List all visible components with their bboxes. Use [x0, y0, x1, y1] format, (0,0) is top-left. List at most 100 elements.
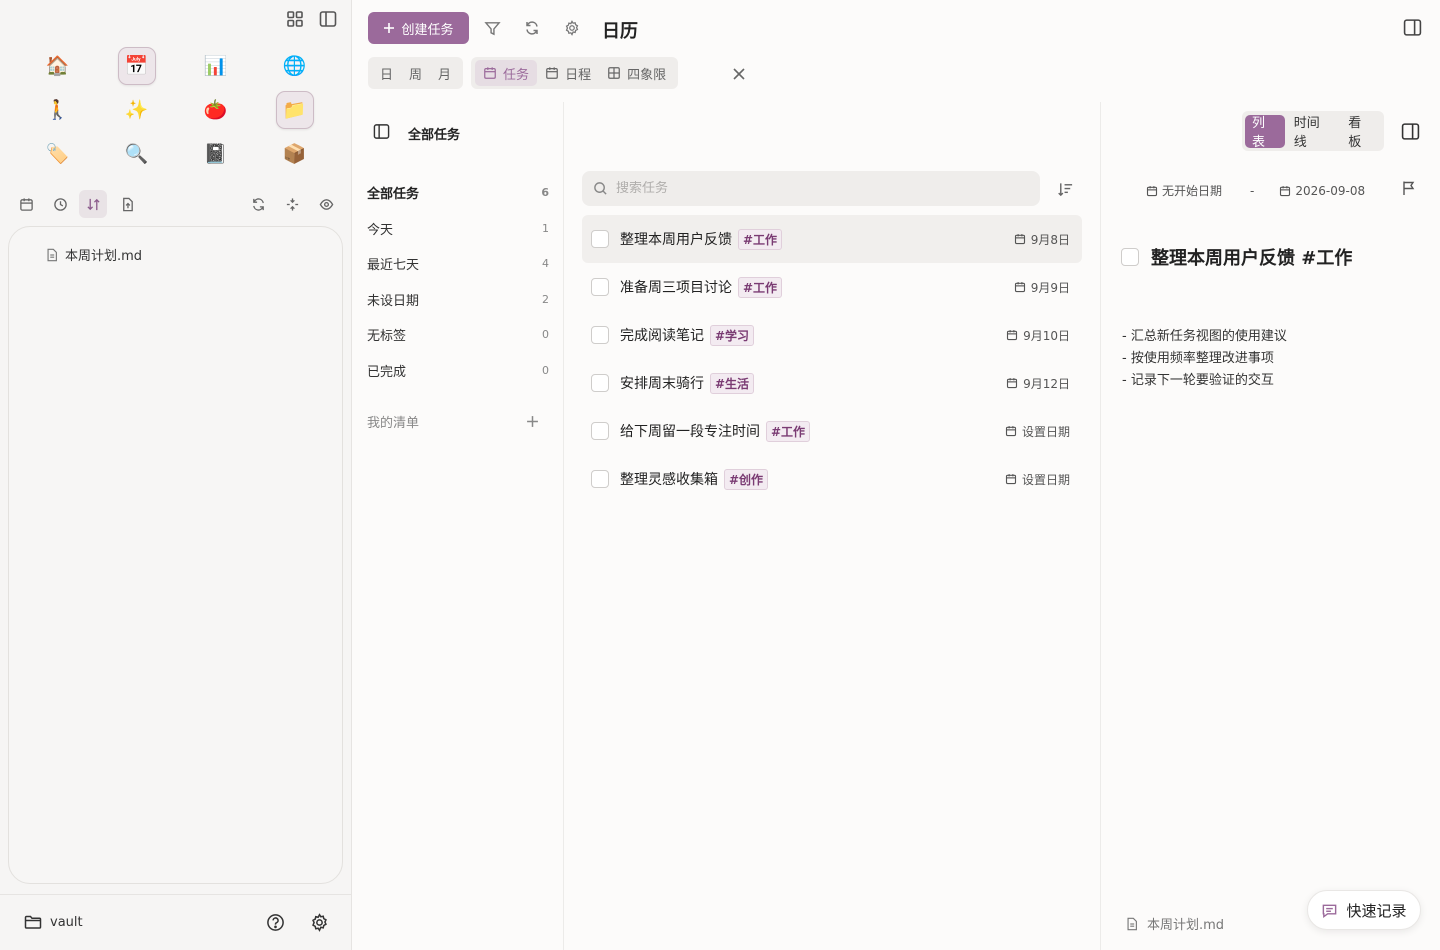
- message-icon: [1321, 902, 1338, 919]
- mode-tab-2[interactable]: 看板: [1341, 115, 1381, 150]
- calendar-app-button[interactable]: 📅: [117, 47, 156, 85]
- tomato-app-button[interactable]: 🍅: [197, 91, 235, 129]
- mode-tab-0[interactable]: 列表: [1245, 114, 1285, 150]
- filter-icon[interactable]: [481, 17, 503, 39]
- detail-title[interactable]: 整理本周用户反馈 #工作: [1151, 244, 1352, 270]
- quick-capture-button[interactable]: 快速记录: [1307, 890, 1421, 930]
- task-checkbox[interactable]: [591, 470, 609, 488]
- chart-app-button[interactable]: 📊: [197, 47, 235, 85]
- panel-toggle-icon[interactable]: [373, 123, 390, 140]
- vault-switcher[interactable]: vault: [24, 914, 83, 930]
- task-due-date[interactable]: 设置日期: [1005, 471, 1070, 488]
- app-launcher-grid: 🏠 📅 📊 🌐 🚶 ✨ 🍅 📁 🏷️ 🔍 📓 📦: [18, 44, 334, 176]
- collapse-icon[interactable]: [278, 190, 306, 218]
- home-app-button[interactable]: 🏠: [39, 47, 77, 85]
- task-tag[interactable]: #学习: [710, 324, 755, 346]
- task-title-text: 准备周三项目讨论: [620, 280, 732, 296]
- detail-panel-toggle-icon[interactable]: [1401, 122, 1420, 141]
- nav-item[interactable]: 未设日期 2: [367, 289, 549, 309]
- detail-complete-checkbox[interactable]: [1121, 248, 1139, 266]
- nav-item-label: 全部任务: [367, 186, 420, 202]
- globe-app-button[interactable]: 🌐: [276, 47, 314, 85]
- note-line: - 汇总新任务视图的使用建议: [1122, 329, 1287, 344]
- search-app-button[interactable]: 🔍: [118, 135, 156, 173]
- task-checkbox[interactable]: [591, 326, 609, 344]
- task-row[interactable]: 完成阅读笔记 #学习 9月10日: [582, 311, 1082, 359]
- notebook-app-button[interactable]: 📓: [197, 135, 235, 173]
- mode-tab-1[interactable]: 时间线: [1287, 115, 1340, 150]
- task-row[interactable]: 给下周留一段专注时间 #工作 设置日期: [582, 407, 1082, 455]
- nav-item[interactable]: 最近七天 4: [367, 253, 549, 273]
- task-checkbox[interactable]: [591, 374, 609, 392]
- app-cell: 🚶: [18, 88, 97, 132]
- box-app-button[interactable]: 📦: [276, 135, 314, 173]
- search-input[interactable]: [616, 181, 1016, 196]
- create-task-button[interactable]: 创建任务: [368, 12, 469, 44]
- detail-notes[interactable]: - 汇总新任务视图的使用建议 - 按使用频率整理改进事项 - 记录下一轮要验证的交互: [1122, 326, 1287, 392]
- source-file-link[interactable]: 本周计划.md: [1125, 914, 1224, 933]
- task-row[interactable]: 安排周末骑行 #生活 9月12日: [582, 359, 1082, 407]
- file-export-icon[interactable]: [113, 190, 141, 218]
- gear-icon[interactable]: [561, 17, 583, 39]
- help-icon[interactable]: [264, 911, 286, 933]
- tab-range-2[interactable]: 月: [430, 60, 459, 86]
- grid-icon[interactable]: [284, 8, 306, 30]
- nav-item[interactable]: 已完成 0: [367, 360, 549, 380]
- task-checkbox[interactable]: [591, 278, 609, 296]
- calendar-add-icon[interactable]: [12, 190, 40, 218]
- refresh-icon[interactable]: [521, 17, 543, 39]
- task-row[interactable]: 整理灵感收集箱 #创作 设置日期: [582, 455, 1082, 503]
- task-tag[interactable]: #生活: [710, 372, 755, 394]
- task-due-label: 9月9日: [1030, 280, 1070, 295]
- tab-view-2[interactable]: 四象限: [599, 60, 674, 86]
- folder-app-button[interactable]: 📁: [275, 91, 314, 129]
- nav-item-label: 今天: [367, 222, 394, 238]
- task-due-date[interactable]: 9月9日: [1014, 279, 1070, 296]
- sparkles-app-button[interactable]: ✨: [118, 91, 156, 129]
- sidebar-toggle-icon[interactable]: [317, 8, 339, 30]
- tab-range-0[interactable]: 日: [372, 60, 401, 86]
- walk-app-button[interactable]: 🚶: [39, 91, 77, 129]
- task-due-date[interactable]: 9月10日: [1006, 327, 1070, 344]
- clock-icon[interactable]: [46, 190, 74, 218]
- due-date-button[interactable]: 2026-09-08: [1279, 184, 1365, 198]
- task-title: 给下周留一段专注时间 #工作: [620, 420, 811, 442]
- add-list-icon[interactable]: [526, 415, 539, 428]
- settings-icon[interactable]: [308, 911, 330, 933]
- nav-item[interactable]: 无标签 0: [367, 324, 549, 344]
- sparkles-icon: ✨: [124, 98, 149, 121]
- box-icon: 📦: [282, 142, 307, 165]
- task-tag[interactable]: #工作: [738, 276, 783, 298]
- nav-item[interactable]: 今天 1: [367, 218, 549, 238]
- right-panel-toggle-icon[interactable]: [1401, 16, 1423, 38]
- task-tag[interactable]: #创作: [724, 468, 769, 490]
- close-icon[interactable]: [728, 63, 750, 85]
- due-date-label: 2026-09-08: [1295, 183, 1366, 198]
- task-row[interactable]: 准备周三项目讨论 #工作 9月9日: [582, 263, 1082, 311]
- task-due-date[interactable]: 9月12日: [1006, 375, 1070, 392]
- task-due-date[interactable]: 设置日期: [1005, 423, 1070, 440]
- tab-view-1[interactable]: 日程: [537, 60, 599, 86]
- flag-icon[interactable]: [1401, 180, 1417, 196]
- app-cell: 🔍: [97, 132, 176, 176]
- task-tag[interactable]: #工作: [738, 228, 783, 250]
- nav-item[interactable]: 全部任务 6: [367, 182, 549, 202]
- tab-view-0[interactable]: 任务: [475, 60, 538, 86]
- sort-icon[interactable]: [79, 190, 107, 218]
- tab-range-1[interactable]: 周: [401, 60, 430, 86]
- walk-icon: 🚶: [45, 98, 70, 121]
- app-cell: 🍅: [176, 88, 255, 132]
- eye-icon[interactable]: [312, 190, 340, 218]
- nav-item-label: 无标签: [367, 328, 407, 344]
- task-due-date[interactable]: 9月8日: [1014, 231, 1070, 248]
- refresh-icon[interactable]: [244, 190, 272, 218]
- task-checkbox[interactable]: [591, 422, 609, 440]
- task-row[interactable]: 整理本周用户反馈 #工作 9月8日: [582, 215, 1082, 263]
- app-cell: 🏷️: [18, 132, 97, 176]
- task-checkbox[interactable]: [591, 230, 609, 248]
- file-item[interactable]: 本周计划.md: [45, 245, 142, 264]
- tag-app-button[interactable]: 🏷️: [39, 135, 77, 173]
- sort-order-icon[interactable]: [1054, 178, 1076, 200]
- start-date-button[interactable]: 无开始日期: [1146, 182, 1222, 199]
- task-tag[interactable]: #工作: [766, 420, 811, 442]
